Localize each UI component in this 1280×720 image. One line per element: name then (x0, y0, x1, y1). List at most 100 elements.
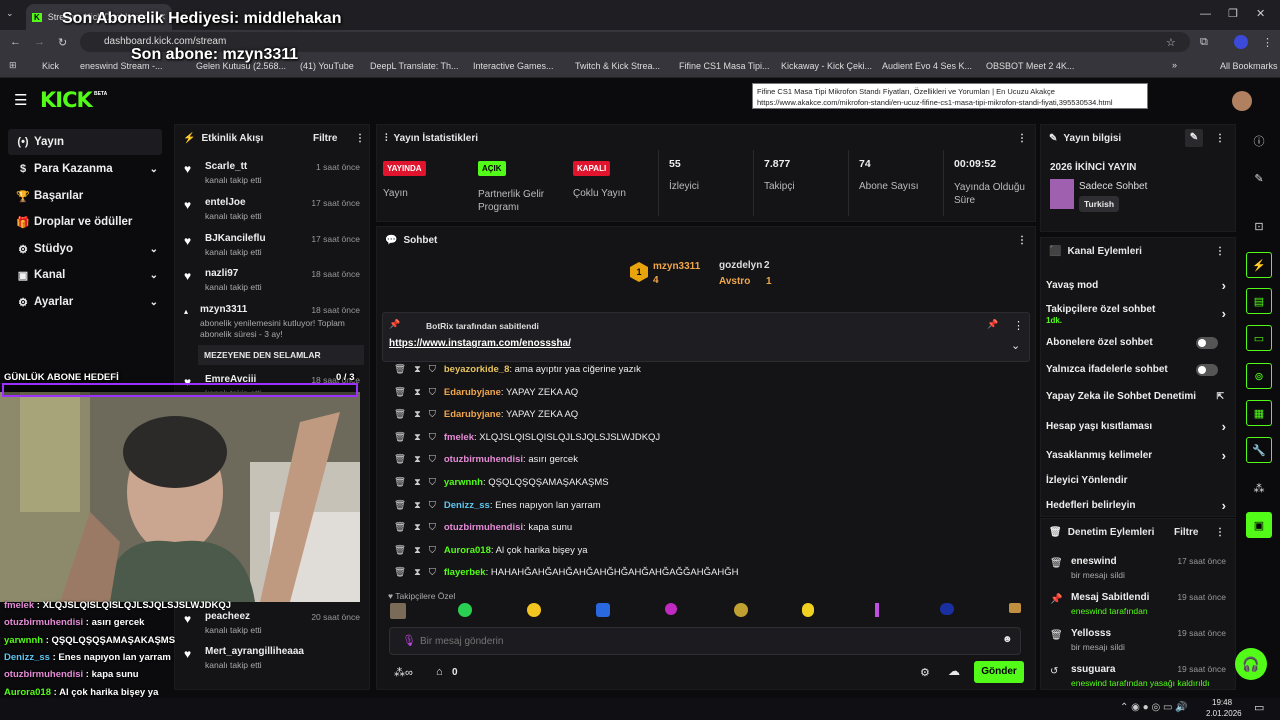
chat-message[interactable]: 🗑 ⧗ ⛉ yarwnnh: QŞQLQŞQŞAMAŞAKAŞMS (394, 477, 1024, 488)
bookmark-item[interactable]: Kickaway - Kick Çeki... (781, 61, 872, 71)
delete-icon[interactable]: 🗑 (394, 454, 406, 465)
close-window-icon[interactable]: ✕ (1256, 7, 1265, 20)
chevron-down-icon[interactable]: ⌄ (1011, 339, 1020, 352)
filter-button[interactable]: Filtre (1174, 527, 1198, 538)
store-icon[interactable]: ⌂ (436, 666, 443, 678)
emote[interactable] (527, 603, 541, 617)
chat-settings-icon[interactable]: ⚙ (920, 666, 930, 679)
bookmark-item[interactable]: DeepL Translate: Th... (370, 61, 459, 71)
chat-message[interactable]: 🗑 ⧗ ⛉ Denizz_ss: Enes napıyon lan yarram (394, 500, 1024, 511)
chat-username[interactable]: flayerbek (444, 567, 486, 578)
ban-icon[interactable]: ⛉ (429, 567, 436, 578)
more-icon[interactable]: ⋮ (1215, 133, 1225, 144)
info-icon[interactable]: ⓘ (1246, 128, 1272, 154)
action-emotes-only[interactable]: Yalnızca ifadelerle sohbet (1046, 364, 1226, 376)
delete-icon[interactable]: 🗑 (394, 364, 406, 375)
sidebar-item-kanal[interactable]: ▣ Kanal ⌄ (8, 262, 162, 288)
chat-message[interactable]: 🗑 ⧗ ⛉ Edarubyjane: YAPAY ZEKA AQ (394, 409, 1024, 420)
chat-icon[interactable]: ▭ (1246, 325, 1272, 351)
message-input[interactable] (420, 633, 980, 649)
action-subscribers-only[interactable]: Abonelere özel sohbet (1046, 337, 1226, 349)
delete-icon[interactable]: 🗑 (394, 387, 406, 398)
timeout-icon[interactable]: ⧗ (414, 409, 421, 420)
bookmark-item[interactable]: Audient Evo 4 Ses K... (882, 61, 972, 71)
chat-message[interactable]: 🗑 ⧗ ⛉ Edarubyjane: YAPAY ZEKA AQ (394, 387, 1024, 398)
action-redirect[interactable]: İzleyici Yönlendir (1046, 475, 1226, 486)
microphone-icon[interactable]: 🎙 (402, 634, 416, 647)
chat-message[interactable]: 🗑 ⧗ ⛉ otuzbirmuhendisi: asırı gercek (394, 454, 1024, 465)
ban-icon[interactable]: ⛉ (429, 477, 436, 488)
sidebar-item-para-kazanma[interactable]: $ Para Kazanma ⌄ (8, 156, 162, 182)
list-icon[interactable]: ▤ (1246, 288, 1272, 314)
timeout-icon[interactable]: ⧗ (414, 477, 421, 488)
users-icon[interactable]: ⁂ (1246, 475, 1272, 501)
action-account-age[interactable]: Hesap yaşı kısıtlaması › (1046, 419, 1226, 434)
bookmark-item[interactable]: (41) YouTube (300, 61, 354, 71)
menu-icon[interactable]: ⋮ (1262, 36, 1273, 49)
event-item[interactable]: ♥ BJKancileflu kanalı takip etti 17 saat ön… (184, 233, 364, 257)
timeout-icon[interactable]: ⧗ (414, 522, 421, 533)
sidebar-item-studyo[interactable]: ⚙ Stüdyo ⌄ (8, 236, 162, 262)
message-input-box[interactable]: 🎙 ☻ (389, 627, 1021, 655)
chat-username[interactable]: Denizz_ss (444, 500, 490, 511)
reload-icon[interactable]: ↻ (58, 36, 67, 49)
sidebar-item-basarilar[interactable]: 🏆 Başarılar (8, 183, 162, 209)
edit-button[interactable]: ✎ (1185, 129, 1203, 147)
event-item-subscription[interactable]: ▴ mzyn3311 abonelik yenilemesini kutluyor!… (184, 304, 364, 365)
timeout-icon[interactable]: ⧗ (414, 387, 421, 398)
bookmark-item[interactable]: Kick (42, 61, 59, 71)
ban-icon[interactable]: ⛉ (429, 454, 436, 465)
ban-icon[interactable]: ⛉ (429, 364, 436, 375)
action-set-goals[interactable]: Hedefleri belirleyin › (1046, 498, 1226, 513)
delete-icon[interactable]: 🗑 (394, 477, 406, 488)
action-followers-only[interactable]: Takipçilere özel sohbet 1dk. › (1046, 304, 1226, 325)
event-item[interactable]: ♥ Scarle_tt kanalı takip etti 1 saat önce (184, 161, 364, 185)
emote[interactable] (734, 603, 748, 617)
action-slow-mode[interactable]: Yavaş mod › (1046, 278, 1226, 293)
forward-icon[interactable]: → (34, 36, 45, 48)
emote[interactable] (390, 603, 406, 619)
emote[interactable] (1009, 603, 1021, 613)
chat-username[interactable]: otuzbirmuhendisi (444, 454, 523, 465)
mod-log-item[interactable]: ↺ ssuguara eneswind tarafından yasağı kald… (1046, 664, 1226, 688)
toggle-switch[interactable] (1196, 364, 1218, 376)
ban-icon[interactable]: ⛉ (429, 432, 436, 443)
ban-icon[interactable]: ⛉ (429, 522, 436, 533)
more-icon[interactable]: ⋮ (355, 133, 365, 144)
emote[interactable] (665, 603, 677, 615)
chat-username[interactable]: beyazorkide_8 (444, 364, 509, 375)
bot-icon[interactable]: ☁ (948, 664, 960, 678)
action-ai-moderation[interactable]: Yapay Zeka ile Sohbet Denetimi ⇱ (1046, 391, 1226, 402)
tray-icons[interactable]: ⌃ ◉ ● ◎ ▭ 🔊 (1120, 702, 1188, 713)
chat-username[interactable]: yarwnnh (444, 477, 483, 488)
bookmark-item[interactable]: Interactive Games... (473, 61, 554, 71)
pinned-message[interactable]: 📌 BotRix tarafından sabitlendi https://w… (382, 312, 1030, 362)
emoji-icon[interactable]: ☻ (1002, 634, 1013, 645)
apps-icon[interactable]: ⊞ (9, 60, 17, 71)
more-icon[interactable]: ⋮ (1013, 319, 1024, 332)
mod-log-item[interactable]: 🗑 eneswind bir mesajı sildi 17 saat önce (1046, 556, 1226, 580)
timeout-icon[interactable]: ⧗ (414, 500, 421, 511)
timeout-icon[interactable]: ⧗ (414, 364, 421, 375)
bookmark-star-icon[interactable]: ☆ (1166, 36, 1176, 49)
profile-avatar[interactable] (1234, 35, 1248, 49)
delete-icon[interactable]: 🗑 (394, 432, 406, 443)
kick-logo[interactable]: KICK (40, 88, 93, 112)
chat-message[interactable]: 🗑 ⧗ ⛉ Aurora018: Al çok harika bişey ya (394, 545, 1024, 556)
delete-icon[interactable]: 🗑 (394, 567, 406, 578)
send-button[interactable]: Gönder (974, 661, 1024, 683)
event-item[interactable]: ♥ peacheez kanalı takip etti 20 saat önce (184, 611, 364, 635)
more-icon[interactable]: ⋮ (1215, 527, 1225, 538)
all-bookmarks[interactable]: All Bookmarks (1220, 61, 1278, 71)
timeout-icon[interactable]: ⧗ (414, 545, 421, 556)
notification-icon[interactable]: ▭ (1254, 701, 1264, 714)
emote[interactable] (596, 603, 610, 617)
tab-list-button[interactable]: ⌄ (6, 8, 14, 19)
lightning-icon[interactable]: ⚡ (1246, 252, 1272, 278)
sidebar-item-yayin[interactable]: (•) Yayın (8, 129, 162, 155)
top-gifter-2[interactable]: gozdelyn (719, 260, 762, 271)
sidebar-item-ayarlar[interactable]: ⚙ Ayarlar ⌄ (8, 289, 162, 315)
emote[interactable] (802, 603, 814, 617)
chat-message[interactable]: 🗑 ⧗ ⛉ flayerbek: HAHAHĞAHĞAHĞAHĞAHĞHĞAHĞAHĞ… (394, 567, 1024, 578)
extensions-icon[interactable]: ⧉ (1200, 36, 1208, 49)
